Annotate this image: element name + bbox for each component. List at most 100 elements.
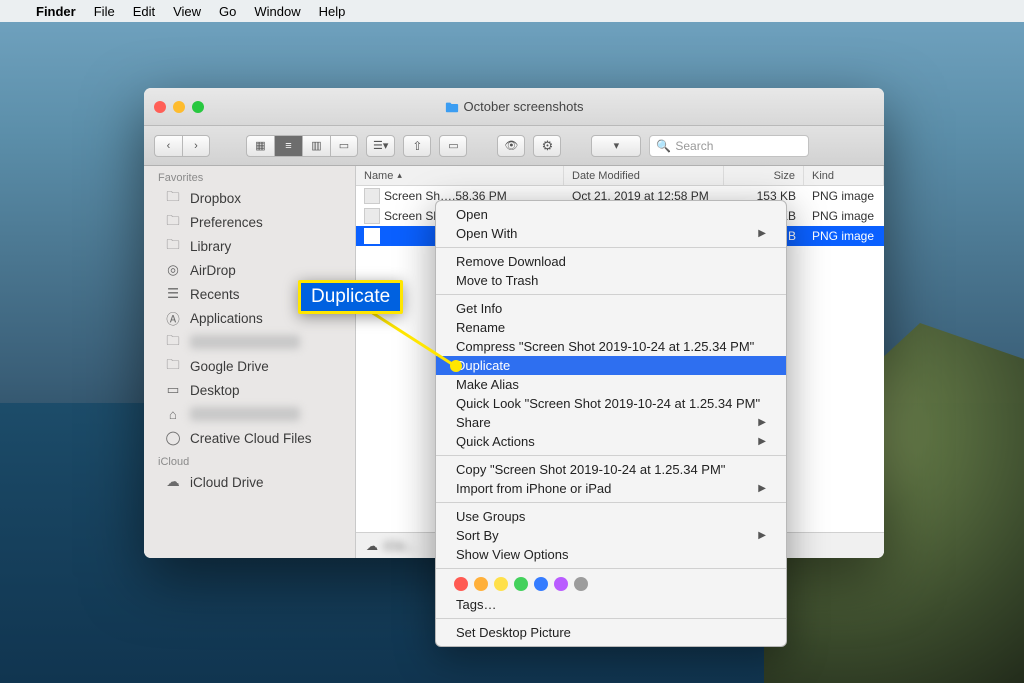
ctx-open-with[interactable]: Open With▶	[436, 224, 786, 243]
image-file-icon	[364, 208, 380, 224]
sidebar-item-redacted-1[interactable]: 🗀	[144, 330, 355, 354]
folder-icon	[445, 101, 459, 113]
forward-button[interactable]: ›	[182, 135, 210, 157]
folder-icon: 🗀	[164, 358, 182, 374]
search-input[interactable]: 🔍 Search	[649, 135, 809, 157]
tags-button[interactable]: ▭	[439, 135, 467, 157]
share-button[interactable]	[403, 135, 431, 157]
column-kind[interactable]: Kind	[804, 166, 884, 185]
menubar-help[interactable]: Help	[319, 4, 346, 19]
ctx-copy[interactable]: Copy "Screen Shot 2019-10-24 at 1.25.34 …	[436, 460, 786, 479]
column-name[interactable]: Name	[356, 166, 564, 185]
system-menubar: Finder File Edit View Go Window Help	[0, 0, 1024, 22]
action-button[interactable]	[533, 135, 561, 157]
column-headers: Name Date Modified Size Kind	[356, 166, 884, 186]
view-gallery-button[interactable]: ▭	[330, 135, 358, 157]
image-file-icon	[364, 228, 380, 244]
submenu-arrow-icon: ▶	[758, 417, 766, 428]
sidebar-item-preferences[interactable]: 🗀Preferences	[144, 210, 355, 234]
ctx-sort-by[interactable]: Sort By▶	[436, 526, 786, 545]
column-date[interactable]: Date Modified	[564, 166, 724, 185]
ctx-remove-download[interactable]: Remove Download	[436, 252, 786, 271]
menubar-window[interactable]: Window	[254, 4, 300, 19]
tag-purple[interactable]	[554, 577, 568, 591]
ctx-make-alias[interactable]: Make Alias	[436, 375, 786, 394]
ctx-compress[interactable]: Compress "Screen Shot 2019-10-24 at 1.25…	[436, 337, 786, 356]
airdrop-icon: ◎	[164, 262, 182, 278]
menubar-app-name[interactable]: Finder	[36, 4, 76, 19]
search-placeholder: Search	[675, 139, 713, 153]
quicklook-button[interactable]	[497, 135, 525, 157]
folder-icon: 🗀	[164, 190, 182, 206]
home-icon: ⌂	[164, 406, 182, 422]
search-icon: 🔍	[656, 139, 671, 153]
tag-green[interactable]	[514, 577, 528, 591]
ctx-get-info[interactable]: Get Info	[436, 299, 786, 318]
tag-yellow[interactable]	[494, 577, 508, 591]
ctx-separator	[436, 568, 786, 569]
ctx-quick-look[interactable]: Quick Look "Screen Shot 2019-10-24 at 1.…	[436, 394, 786, 413]
sidebar-item-airdrop[interactable]: ◎AirDrop	[144, 258, 355, 282]
tag-blue[interactable]	[534, 577, 548, 591]
sidebar-item-desktop[interactable]: ▭Desktop	[144, 378, 355, 402]
folder-icon: 🗀	[164, 238, 182, 254]
sidebar-section-icloud: iCloud	[144, 450, 355, 470]
cloud-icon: ☁	[366, 539, 378, 553]
menubar-view[interactable]: View	[173, 4, 201, 19]
folder-icon: 🗀	[164, 334, 182, 350]
ctx-share[interactable]: Share▶	[436, 413, 786, 432]
view-columns-button[interactable]: ▥	[302, 135, 330, 157]
menubar-go[interactable]: Go	[219, 4, 236, 19]
ctx-duplicate[interactable]: Duplicate	[436, 356, 786, 375]
sidebar-item-google-drive[interactable]: 🗀Google Drive	[144, 354, 355, 378]
back-button[interactable]: ‹	[154, 135, 182, 157]
sidebar-item-library[interactable]: 🗀Library	[144, 234, 355, 258]
ctx-quick-actions[interactable]: Quick Actions▶	[436, 432, 786, 451]
sidebar-section-favorites: Favorites	[144, 166, 355, 186]
desktop-wallpaper: Finder File Edit View Go Window Help Oct…	[0, 0, 1024, 683]
submenu-arrow-icon: ▶	[758, 483, 766, 494]
ctx-use-groups[interactable]: Use Groups	[436, 507, 786, 526]
window-titlebar[interactable]: October screenshots	[144, 88, 884, 126]
ctx-tags[interactable]: Tags…	[436, 595, 786, 614]
view-icons-button[interactable]: ▦	[246, 135, 274, 157]
tag-gray[interactable]	[574, 577, 588, 591]
desktop-icon: ▭	[164, 382, 182, 398]
column-size[interactable]: Size	[724, 166, 804, 185]
ctx-open[interactable]: Open	[436, 205, 786, 224]
submenu-arrow-icon: ▶	[758, 436, 766, 447]
ctx-import-iphone[interactable]: Import from iPhone or iPad▶	[436, 479, 786, 498]
sidebar-item-icloud-drive[interactable]: ☁iCloud Drive	[144, 470, 355, 494]
tag-orange[interactable]	[474, 577, 488, 591]
ctx-separator	[436, 247, 786, 248]
finder-sidebar: Favorites 🗀Dropbox 🗀Preferences 🗀Library…	[144, 166, 356, 558]
sidebar-item-creative-cloud[interactable]: ◯Creative Cloud Files	[144, 426, 355, 450]
menubar-file[interactable]: File	[94, 4, 115, 19]
submenu-arrow-icon: ▶	[758, 530, 766, 541]
context-menu: Open Open With▶ Remove Download Move to …	[435, 200, 787, 647]
recents-icon: ☰	[164, 286, 182, 302]
sidebar-item-dropbox[interactable]: 🗀Dropbox	[144, 186, 355, 210]
applications-icon: Ⓐ	[164, 310, 182, 326]
ctx-separator	[436, 294, 786, 295]
ctx-rename[interactable]: Rename	[436, 318, 786, 337]
ctx-tag-colors	[436, 573, 786, 595]
cloud-icon: ☁	[164, 474, 182, 490]
menubar-edit[interactable]: Edit	[133, 4, 155, 19]
sidebar-item-home-redacted[interactable]: ⌂	[144, 402, 355, 426]
folder-icon: 🗀	[164, 214, 182, 230]
finder-toolbar: ‹ › ▦ ≡ ▥ ▭ ☰▾ ▭ ▾ 🔍 Search	[144, 126, 884, 166]
view-list-button[interactable]: ≡	[274, 135, 302, 157]
ctx-show-view-options[interactable]: Show View Options	[436, 545, 786, 564]
annotation-callout: Duplicate	[298, 280, 403, 314]
ctx-separator	[436, 502, 786, 503]
arrange-button[interactable]: ☰▾	[366, 135, 395, 157]
ctx-move-to-trash[interactable]: Move to Trash	[436, 271, 786, 290]
dropdown-button[interactable]: ▾	[591, 135, 641, 157]
window-title: October screenshots	[144, 99, 884, 114]
tag-red[interactable]	[454, 577, 468, 591]
image-file-icon	[364, 188, 380, 204]
ctx-set-desktop-picture[interactable]: Set Desktop Picture	[436, 623, 786, 642]
submenu-arrow-icon: ▶	[758, 228, 766, 239]
ctx-separator	[436, 455, 786, 456]
